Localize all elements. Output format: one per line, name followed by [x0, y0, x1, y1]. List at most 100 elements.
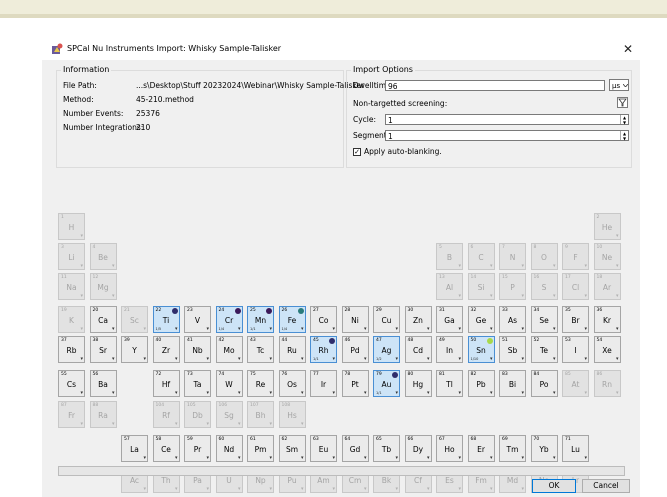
element-sn[interactable]: 50 Sn ▾ 1/10: [467, 336, 495, 363]
isotope-dropdown-icon[interactable]: ▾: [301, 487, 304, 492]
element-au[interactable]: 79 Au ▾ 1/1: [373, 370, 400, 397]
element-zr[interactable]: 40 Zr ▾: [152, 336, 180, 363]
isotope-dropdown-icon[interactable]: ▾: [490, 391, 493, 396]
element-ca[interactable]: 20 Ca ▾: [89, 306, 117, 333]
isotope-dropdown-icon[interactable]: ▾: [553, 391, 556, 396]
element-sb[interactable]: 51 Sb ▾: [499, 336, 526, 363]
isotope-dropdown-icon[interactable]: ▾: [175, 456, 178, 461]
element-nb[interactable]: 41 Nb ▾: [184, 336, 211, 363]
element-dy[interactable]: 66 Dy ▾: [404, 435, 432, 462]
element-i[interactable]: 53 I ▾: [562, 336, 589, 363]
element-pd[interactable]: 46 Pd ▾: [341, 336, 369, 363]
isotope-dropdown-icon[interactable]: ▾: [206, 391, 209, 396]
element-cd[interactable]: 48 Cd ▾: [404, 336, 432, 363]
element-ne[interactable]: 10 Ne ▾: [593, 243, 621, 270]
element-hf[interactable]: 72 Hf ▾: [152, 370, 180, 397]
isotope-dropdown-icon[interactable]: ▾: [112, 391, 115, 396]
isotope-dropdown-icon[interactable]: ▾: [458, 327, 461, 332]
isotope-dropdown-icon[interactable]: ▾: [584, 327, 587, 332]
cycle-spinbox[interactable]: 1 ▲ ▼: [385, 114, 629, 125]
element-xe[interactable]: 54 Xe ▾: [593, 336, 621, 363]
element-at[interactable]: 85 At ▾: [562, 370, 589, 397]
isotope-dropdown-icon[interactable]: ▾: [521, 264, 524, 269]
isotope-dropdown-icon[interactable]: ▾: [616, 234, 619, 239]
isotope-dropdown-icon[interactable]: ▾: [269, 357, 272, 362]
element-ra[interactable]: 88 Ra ▾: [89, 401, 117, 428]
element-br[interactable]: 35 Br ▾: [562, 306, 589, 333]
isotope-dropdown-icon[interactable]: ▾: [332, 487, 335, 492]
element-ni[interactable]: 28 Ni ▾: [341, 306, 369, 333]
element-ce[interactable]: 58 Ce ▾: [152, 435, 180, 462]
isotope-dropdown-icon[interactable]: ▾: [80, 327, 83, 332]
isotope-dropdown-icon[interactable]: ▾: [175, 422, 178, 427]
element-fe[interactable]: 26 Fe ▾ 1/4: [278, 306, 306, 333]
isotope-dropdown-icon[interactable]: ▾: [80, 234, 83, 239]
isotope-dropdown-icon[interactable]: ▾: [616, 264, 619, 269]
element-sg[interactable]: 106 Sg ▾: [215, 401, 243, 428]
element-er[interactable]: 68 Er ▾: [467, 435, 495, 462]
element-eu[interactable]: 63 Eu ▾: [310, 435, 337, 462]
isotope-dropdown-icon[interactable]: ▾: [395, 327, 398, 332]
isotope-dropdown-icon[interactable]: ▾: [458, 391, 461, 396]
isotope-dropdown-icon[interactable]: ▾: [332, 456, 335, 461]
isotope-dropdown-icon[interactable]: ▾: [206, 327, 209, 332]
isotope-dropdown-icon[interactable]: ▾: [490, 264, 493, 269]
isotope-dropdown-icon[interactable]: ▾: [269, 456, 272, 461]
element-tb[interactable]: 65 Tb ▾: [373, 435, 400, 462]
isotope-dropdown-icon[interactable]: ▾: [584, 456, 587, 461]
element-pt[interactable]: 78 Pt ▾: [341, 370, 369, 397]
isotope-dropdown-icon[interactable]: ▾: [584, 264, 587, 269]
element-tm[interactable]: 69 Tm ▾: [499, 435, 526, 462]
isotope-dropdown-icon[interactable]: ▾: [301, 357, 304, 362]
element-ir[interactable]: 77 Ir ▾: [310, 370, 337, 397]
cycle-spin-buttons[interactable]: ▲ ▼: [620, 115, 628, 125]
element-w[interactable]: 74 W ▾: [215, 370, 243, 397]
element-hs[interactable]: 108 Hs ▾: [278, 401, 306, 428]
isotope-dropdown-icon[interactable]: ▾: [584, 357, 587, 362]
element-ta[interactable]: 73 Ta ▾: [184, 370, 211, 397]
isotope-dropdown-icon[interactable]: ▾: [269, 327, 272, 332]
isotope-dropdown-icon[interactable]: ▾: [395, 456, 398, 461]
element-co[interactable]: 27 Co ▾: [310, 306, 337, 333]
isotope-dropdown-icon[interactable]: ▾: [112, 357, 115, 362]
isotope-dropdown-icon[interactable]: ▾: [175, 391, 178, 396]
element-rb[interactable]: 37 Rb ▾: [58, 336, 85, 363]
element-f[interactable]: 9 F ▾: [562, 243, 589, 270]
isotope-dropdown-icon[interactable]: ▾: [553, 456, 556, 461]
element-cs[interactable]: 55 Cs ▾: [58, 370, 85, 397]
isotope-dropdown-icon[interactable]: ▾: [238, 422, 241, 427]
element-sc[interactable]: 21 Sc ▾: [121, 306, 148, 333]
isotope-dropdown-icon[interactable]: ▾: [427, 327, 430, 332]
element-na[interactable]: 11 Na ▾: [58, 273, 85, 300]
isotope-dropdown-icon[interactable]: ▾: [521, 487, 524, 492]
isotope-dropdown-icon[interactable]: ▾: [395, 391, 398, 396]
isotope-dropdown-icon[interactable]: ▾: [238, 357, 241, 362]
element-pb[interactable]: 82 Pb ▾: [467, 370, 495, 397]
element-ru[interactable]: 44 Ru ▾: [278, 336, 306, 363]
element-ho[interactable]: 67 Ho ▾: [436, 435, 463, 462]
element-al[interactable]: 13 Al ▾: [436, 273, 463, 300]
element-te[interactable]: 52 Te ▾: [530, 336, 558, 363]
element-re[interactable]: 75 Re ▾: [247, 370, 274, 397]
isotope-dropdown-icon[interactable]: ▾: [364, 327, 367, 332]
isotope-dropdown-icon[interactable]: ▾: [175, 487, 178, 492]
isotope-dropdown-icon[interactable]: ▾: [206, 456, 209, 461]
isotope-dropdown-icon[interactable]: ▾: [553, 327, 556, 332]
element-rh[interactable]: 45 Rh ▾ 1/1: [310, 336, 337, 363]
element-hg[interactable]: 80 Hg ▾: [404, 370, 432, 397]
isotope-dropdown-icon[interactable]: ▾: [269, 391, 272, 396]
element-he[interactable]: 2 He ▾: [593, 213, 621, 240]
isotope-dropdown-icon[interactable]: ▾: [143, 487, 146, 492]
element-mg[interactable]: 12 Mg ▾: [89, 273, 117, 300]
isotope-dropdown-icon[interactable]: ▾: [521, 294, 524, 299]
isotope-dropdown-icon[interactable]: ▾: [206, 487, 209, 492]
segment-spinbox[interactable]: 1 ▲ ▼: [385, 130, 629, 141]
isotope-dropdown-icon[interactable]: ▾: [80, 422, 83, 427]
isotope-dropdown-icon[interactable]: ▾: [332, 391, 335, 396]
isotope-dropdown-icon[interactable]: ▾: [80, 391, 83, 396]
isotope-dropdown-icon[interactable]: ▾: [521, 357, 524, 362]
element-lu[interactable]: 71 Lu ▾: [562, 435, 589, 462]
element-cu[interactable]: 29 Cu ▾: [373, 306, 400, 333]
element-k[interactable]: 19 K ▾: [58, 306, 85, 333]
isotope-dropdown-icon[interactable]: ▾: [238, 456, 241, 461]
